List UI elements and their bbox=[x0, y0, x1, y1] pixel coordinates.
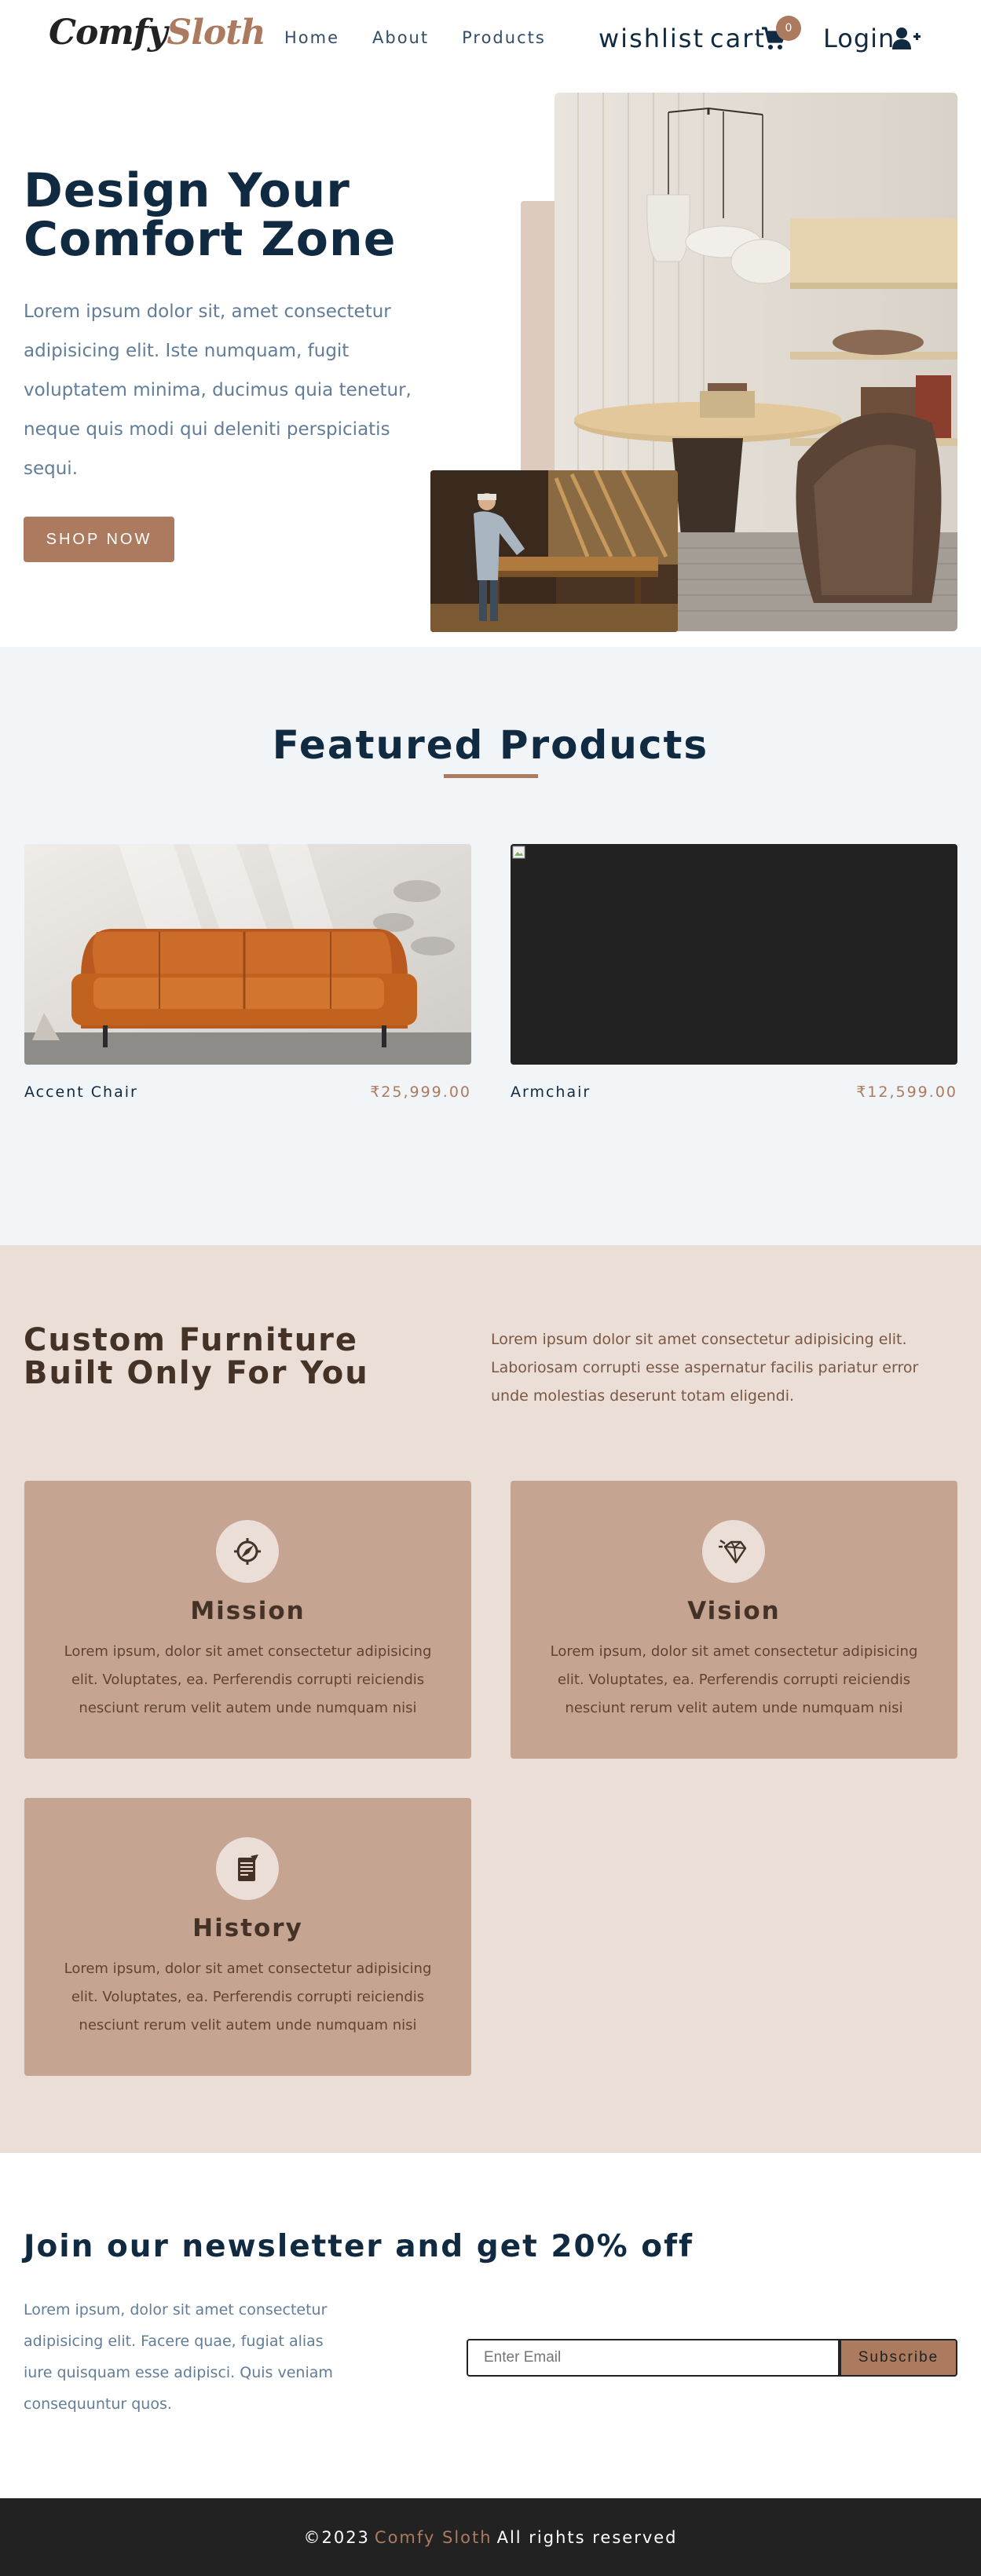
compass-icon bbox=[234, 1538, 261, 1565]
rights-text: All rights reserved bbox=[496, 2527, 678, 2547]
login-button[interactable]: Login bbox=[823, 24, 895, 53]
service-card-mission: Mission Lorem ipsum, dolor sit amet cons… bbox=[24, 1481, 471, 1759]
logo[interactable]: ComfySloth bbox=[49, 13, 266, 53]
services-section: Custom Furniture Built Only For You Lore… bbox=[0, 1245, 981, 2153]
copyright-year: ©2023 bbox=[303, 2527, 370, 2547]
service-card-history: History Lorem ipsum, dolor sit amet cons… bbox=[24, 1798, 471, 2076]
cart-link[interactable]: cart bbox=[710, 24, 766, 53]
service-title: Vision bbox=[687, 1597, 781, 1625]
hero-text: Lorem ipsum dolor sit, amet consectetur … bbox=[24, 301, 412, 479]
featured-title: Featured Products bbox=[272, 722, 709, 768]
product-price: ₹25,999.00 bbox=[370, 1083, 471, 1101]
service-card-vision: Vision Lorem ipsum, dolor sit amet conse… bbox=[511, 1481, 957, 1759]
hero-workshop-image bbox=[430, 470, 678, 632]
nav-links: Home About Products bbox=[284, 28, 579, 47]
hero-accent-bar bbox=[521, 201, 558, 515]
user-plus-icon[interactable] bbox=[892, 27, 921, 50]
newsletter-title: Join our newsletter and get 20% off bbox=[24, 2229, 694, 2264]
broken-image-icon bbox=[512, 846, 525, 859]
shop-now-button[interactable]: SHOP NOW bbox=[24, 517, 174, 562]
diamond-icon bbox=[719, 1540, 747, 1564]
footer-brand: Comfy Sloth bbox=[374, 2527, 492, 2547]
scroll-icon bbox=[238, 1854, 258, 1881]
title-underline bbox=[444, 774, 538, 778]
services-intro: Lorem ipsum dolor sit amet consectetur a… bbox=[491, 1331, 919, 1405]
logo-text-sloth: Sloth bbox=[167, 13, 265, 53]
product-image-armchair[interactable] bbox=[511, 844, 957, 1065]
logo-text-comfy: Comfy bbox=[49, 13, 167, 53]
featured-section: Featured Products Accent Chair ₹25,999.0… bbox=[0, 647, 981, 1245]
footer: ©2023 Comfy Sloth All rights reserved bbox=[0, 2498, 981, 2576]
navbar: ComfySloth Home About Products wishlist … bbox=[0, 0, 981, 79]
product-name: Armchair bbox=[511, 1083, 591, 1101]
service-text: Lorem ipsum, dolor sit amet consectetur … bbox=[64, 1643, 432, 1716]
service-title: Mission bbox=[190, 1597, 306, 1625]
hero-section: Design Your Comfort Zone Lorem ipsum dol… bbox=[0, 79, 981, 647]
wishlist-link[interactable]: wishlist bbox=[598, 24, 705, 53]
service-text: Lorem ipsum, dolor sit amet consectetur … bbox=[64, 1960, 432, 2033]
newsletter-section: Join our newsletter and get 20% off Lore… bbox=[0, 2153, 981, 2498]
email-input[interactable] bbox=[467, 2339, 840, 2377]
service-title: History bbox=[192, 1914, 303, 1942]
hero-title: Design Your Comfort Zone bbox=[24, 163, 397, 267]
services-title: Custom Furniture Built Only For You bbox=[24, 1322, 369, 1391]
newsletter-text: Lorem ipsum, dolor sit amet consectetur … bbox=[24, 2301, 333, 2413]
cart-count-badge: 0 bbox=[776, 16, 801, 41]
nav-link-home[interactable]: Home bbox=[284, 28, 339, 47]
nav-link-about[interactable]: About bbox=[372, 28, 429, 47]
service-text: Lorem ipsum, dolor sit amet consectetur … bbox=[550, 1643, 918, 1716]
product-image-accent-chair[interactable] bbox=[24, 844, 471, 1065]
nav-link-products[interactable]: Products bbox=[462, 28, 546, 47]
product-name: Accent Chair bbox=[24, 1083, 138, 1101]
subscribe-button[interactable]: Subscribe bbox=[840, 2339, 957, 2377]
product-price: ₹12,599.00 bbox=[856, 1083, 957, 1101]
